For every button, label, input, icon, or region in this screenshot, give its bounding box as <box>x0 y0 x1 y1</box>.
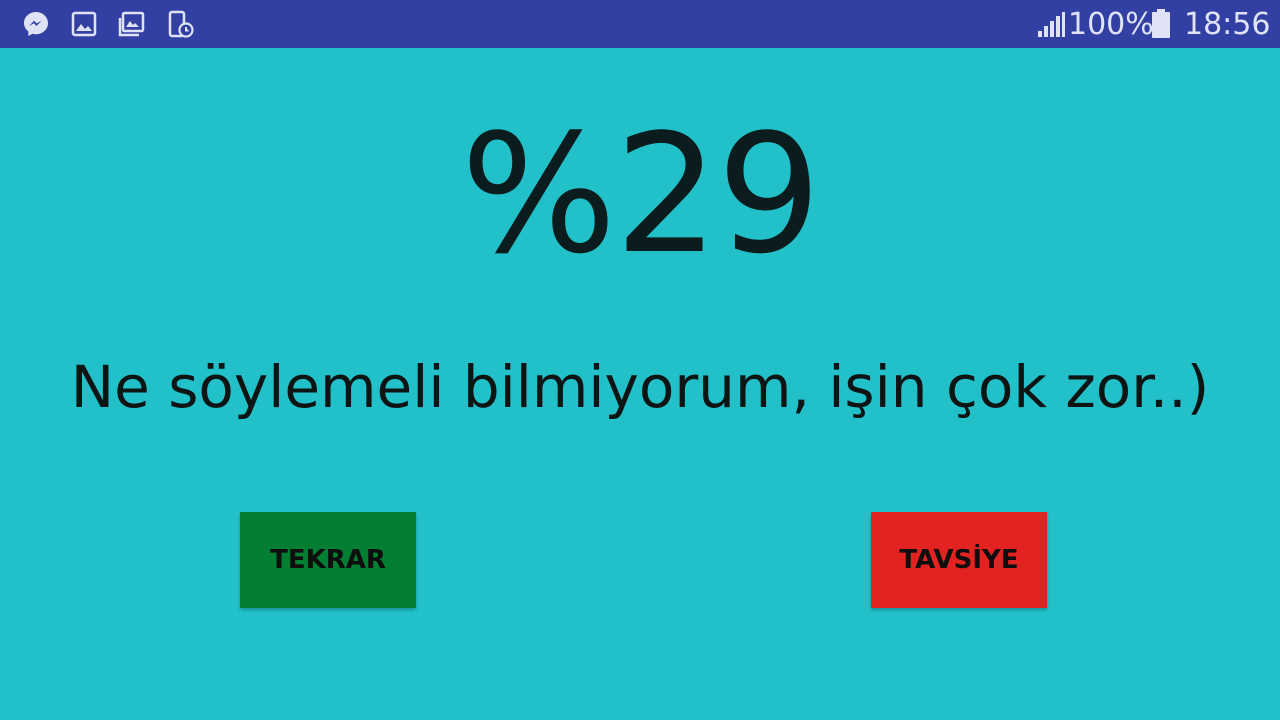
retry-button[interactable]: TEKRAR <box>240 512 416 608</box>
battery-percent: 100% <box>1068 6 1154 42</box>
status-time: 18:56 <box>1184 6 1271 42</box>
score-percentage: %29 <box>460 99 822 290</box>
status-bar: 100% 18:56 <box>0 0 1280 48</box>
battery-icon <box>1152 9 1170 38</box>
advice-button[interactable]: TAVSİYE <box>871 512 1047 608</box>
signal-icon <box>1038 12 1065 37</box>
result-message: Ne söylemeli bilmiyorum, işin çok zor..) <box>70 353 1210 421</box>
gallery-icon <box>71 11 97 37</box>
app-screen: 100% 18:56 %29 Ne söylemeli bilmiyorum, … <box>0 0 1280 720</box>
device-schedule-icon <box>168 10 194 38</box>
photo-album-icon <box>118 11 145 37</box>
messenger-icon <box>24 12 48 36</box>
